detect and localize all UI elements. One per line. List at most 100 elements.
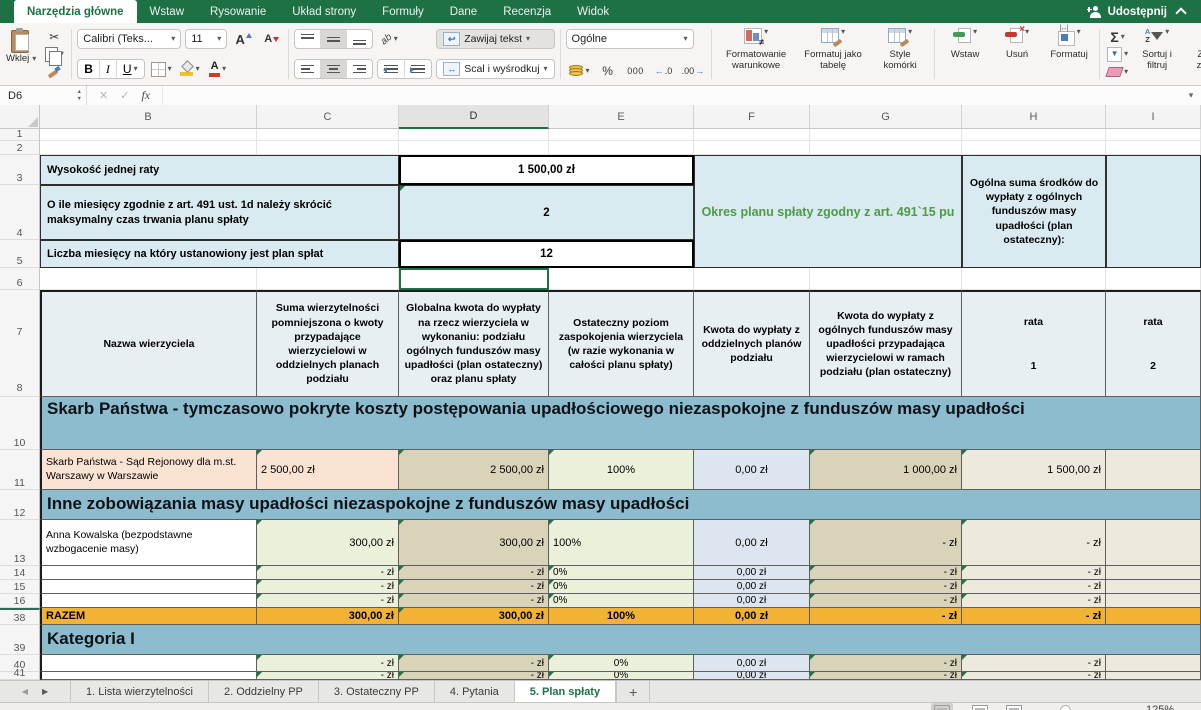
cell-e16[interactable]: 0% (549, 594, 694, 608)
cell-g11[interactable]: 1 000,00 zł (810, 450, 962, 490)
align-middle-button[interactable] (321, 30, 347, 48)
cell-f3-plan-note[interactable]: Okres planu spłaty zgodny z art. 491`15 … (694, 155, 962, 268)
cell-g15[interactable]: - zł (810, 580, 962, 594)
tab-narzedzia-glowne[interactable]: Narzędzia główne (14, 0, 137, 23)
row-header-16[interactable]: 16 (0, 594, 40, 608)
row-header-41[interactable]: 41 (0, 672, 40, 680)
cell-d14[interactable]: - zł (399, 566, 549, 580)
cell-c41[interactable]: - zł (257, 672, 399, 680)
increase-indent-button[interactable] (405, 60, 431, 78)
row-header-38[interactable]: 38 (0, 608, 40, 625)
cell-e11[interactable]: 100% (549, 450, 694, 490)
cell-d5-value[interactable]: 12 (399, 240, 694, 268)
empty-cell[interactable] (549, 268, 694, 290)
cell-g16[interactable]: - zł (810, 594, 962, 608)
empty-cell[interactable] (810, 129, 962, 141)
tab-recenzja[interactable]: Recenzja (490, 0, 564, 23)
cell-c16[interactable]: - zł (257, 594, 399, 608)
fx-icon[interactable]: fx (141, 88, 150, 103)
borders-button[interactable]: ▾ (149, 61, 174, 78)
cancel-icon[interactable]: ✕ (99, 89, 108, 102)
sheet-tab-pytania[interactable]: 4. Pytania (434, 681, 514, 702)
empty-cell[interactable] (694, 268, 810, 290)
cell-f14[interactable]: 0,00 zł (694, 566, 810, 580)
fill-button[interactable]: ▼▾ (1105, 46, 1130, 63)
delete-cells-button[interactable]: ×▾ Usuń (994, 26, 1040, 82)
empty-cell[interactable] (40, 268, 257, 290)
cell-h13[interactable]: - zł (962, 520, 1106, 566)
cell-i40[interactable] (1106, 655, 1201, 672)
cell-b13[interactable]: Anna Kowalska (bezpodstawne wzbogacenie … (40, 520, 257, 566)
bold-button[interactable]: B (78, 60, 100, 78)
align-top-button[interactable] (295, 30, 321, 48)
cell-d41[interactable]: - zł (399, 672, 549, 680)
cell-f38[interactable]: 0,00 zł (694, 608, 810, 625)
cell-i14[interactable] (1106, 566, 1201, 580)
share-button[interactable]: Udostępnij (1087, 0, 1201, 23)
cell-e14[interactable]: 0% (549, 566, 694, 580)
row-header-3[interactable]: 3 (0, 155, 40, 185)
cell-b11[interactable]: Skarb Państwa - Sąd Rejonowy dla m.st. W… (40, 450, 257, 490)
cell-h41[interactable]: - zł (962, 672, 1106, 680)
cell-i41[interactable] (1106, 672, 1201, 680)
row-header-10[interactable]: 10 (0, 397, 40, 450)
empty-cell[interactable] (962, 141, 1106, 155)
empty-cell[interactable] (257, 141, 399, 155)
sheet-tab-lista-wierzytelnosci[interactable]: 1. Lista wierzytelności (70, 681, 208, 702)
next-sheet-arrow-icon[interactable]: ▶ (42, 687, 48, 696)
percent-format-button[interactable]: % (596, 62, 620, 79)
cell-b4-label[interactable]: O ile miesięcy zgodnie z art. 491 ust. 1… (40, 185, 399, 240)
row-header-15[interactable]: 15 (0, 580, 40, 594)
cell-f11[interactable]: 0,00 zł (694, 450, 810, 490)
cut-button[interactable]: ✂ (42, 28, 66, 45)
table-header-name[interactable]: Nazwa wierzyciela (40, 290, 257, 397)
cell-h15[interactable]: - zł (962, 580, 1106, 594)
row-header-6[interactable]: 6 (0, 268, 40, 290)
empty-cell[interactable] (257, 268, 399, 290)
empty-cell[interactable] (40, 141, 257, 155)
cell-d16[interactable]: - zł (399, 594, 549, 608)
section-header-inne-zobowiazania[interactable]: Inne zobowiązania masy upadłości niezasp… (40, 490, 1201, 520)
column-header-f[interactable]: F (694, 105, 810, 129)
column-header-i[interactable]: I (1106, 105, 1201, 129)
shrink-font-button[interactable]: A (259, 31, 283, 48)
cell-i16[interactable] (1106, 594, 1201, 608)
cell-i38[interactable] (1106, 608, 1201, 625)
cell-d38[interactable]: 300,00 zł (399, 608, 549, 625)
row-header-14[interactable]: 14 (0, 566, 40, 580)
table-header-rata-2[interactable]: rata2 (1106, 290, 1201, 397)
empty-cell[interactable] (962, 268, 1106, 290)
confirm-icon[interactable]: ✓ (120, 89, 129, 102)
cell-e38[interactable]: 100% (549, 608, 694, 625)
cell-c38[interactable]: 300,00 zł (257, 608, 399, 625)
row-header-5[interactable]: 5 (0, 240, 40, 268)
cell-b40[interactable] (40, 655, 257, 672)
tab-widok[interactable]: Widok (564, 0, 622, 23)
zoom-slider-knob[interactable] (1060, 705, 1071, 710)
cell-f40[interactable]: 0,00 zł (694, 655, 810, 672)
format-cells-button[interactable]: |↔|▾ Formatuj (1044, 26, 1094, 82)
copy-button[interactable]: ▾ (42, 46, 66, 63)
cell-b41[interactable] (40, 672, 257, 680)
cell-g41[interactable]: - zł (810, 672, 962, 680)
tab-formuly[interactable]: Formuły (369, 0, 437, 23)
cell-b3-label[interactable]: Wysokość jednej raty (40, 155, 399, 185)
cell-b38-razem[interactable]: RAZEM (40, 608, 257, 625)
empty-cell[interactable] (1106, 268, 1201, 290)
cell-i11[interactable] (1106, 450, 1201, 490)
autosum-button[interactable]: Σ▾ (1105, 28, 1130, 45)
cell-c14[interactable]: - zł (257, 566, 399, 580)
format-as-table-button[interactable]: ▾ Formatuj jako tabelę (799, 26, 867, 82)
cell-h14[interactable]: - zł (962, 566, 1106, 580)
tab-rysowanie[interactable]: Rysowanie (197, 0, 279, 23)
cell-d11[interactable]: 2 500,00 zł (399, 450, 549, 490)
empty-cell[interactable] (810, 268, 962, 290)
fill-color-button[interactable]: ▾ (178, 61, 202, 78)
cell-d15[interactable]: - zł (399, 580, 549, 594)
font-name-select[interactable]: Calibri (Teks...▾ (77, 29, 181, 49)
selected-cell-d6[interactable] (399, 268, 549, 290)
table-header-final-level[interactable]: Ostateczny poziom zaspokojenia wierzycie… (549, 290, 694, 397)
format-painter-button[interactable] (42, 63, 66, 80)
wrap-text-button[interactable]: ↩ Zawijaj tekst ▾ (436, 29, 554, 49)
align-center-button[interactable] (321, 60, 347, 78)
